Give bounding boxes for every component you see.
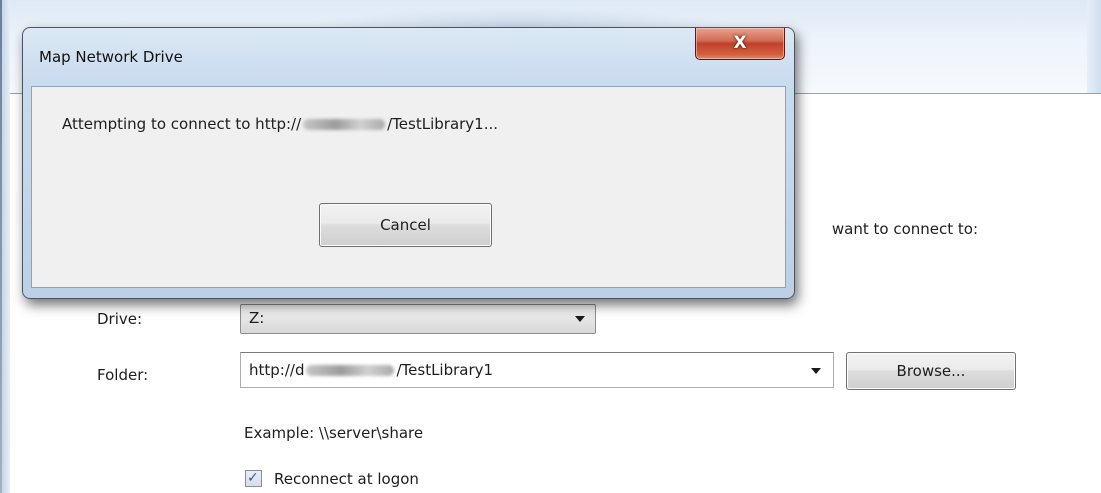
connecting-dialog: Map Network Drive X Attempting to connec…	[22, 27, 795, 299]
close-button[interactable]: X	[695, 28, 785, 60]
dialog-title: Map Network Drive	[39, 48, 183, 66]
connection-status-message: Attempting to connect to http:// /TestLib…	[62, 115, 498, 133]
window-left-frame	[2, 0, 10, 493]
chevron-down-icon	[575, 316, 585, 322]
instruction-text: want to connect to:	[831, 220, 978, 238]
folder-combobox-value: http://d/TestLibrary1	[249, 361, 493, 379]
checkmark-icon: ✓	[247, 470, 259, 486]
drive-select-value: Z:	[249, 309, 265, 327]
reconnect-checkbox[interactable]: ✓	[245, 470, 262, 487]
message-suffix: /TestLibrary1...	[387, 115, 499, 133]
close-icon: X	[733, 33, 747, 53]
folder-value-suffix: /TestLibrary1	[396, 361, 494, 379]
example-text: Example: \\server\share	[244, 424, 424, 442]
cancel-button[interactable]: Cancel	[319, 203, 492, 247]
redacted-hostname	[306, 365, 395, 376]
message-prefix: Attempting to connect to http://	[62, 115, 302, 133]
redacted-hostname	[303, 119, 386, 130]
dialog-body: Attempting to connect to http:// /TestLib…	[31, 86, 786, 288]
folder-combobox[interactable]: http://d/TestLibrary1	[240, 352, 834, 388]
folder-value-prefix: http://d	[249, 361, 305, 379]
folder-label: Folder:	[97, 366, 149, 384]
drive-label: Drive:	[97, 310, 143, 328]
browse-button[interactable]: Browse...	[846, 352, 1016, 390]
drive-select[interactable]: Z:	[240, 304, 596, 334]
chevron-down-icon[interactable]	[811, 368, 821, 374]
reconnect-label[interactable]: Reconnect at logon	[274, 470, 419, 488]
